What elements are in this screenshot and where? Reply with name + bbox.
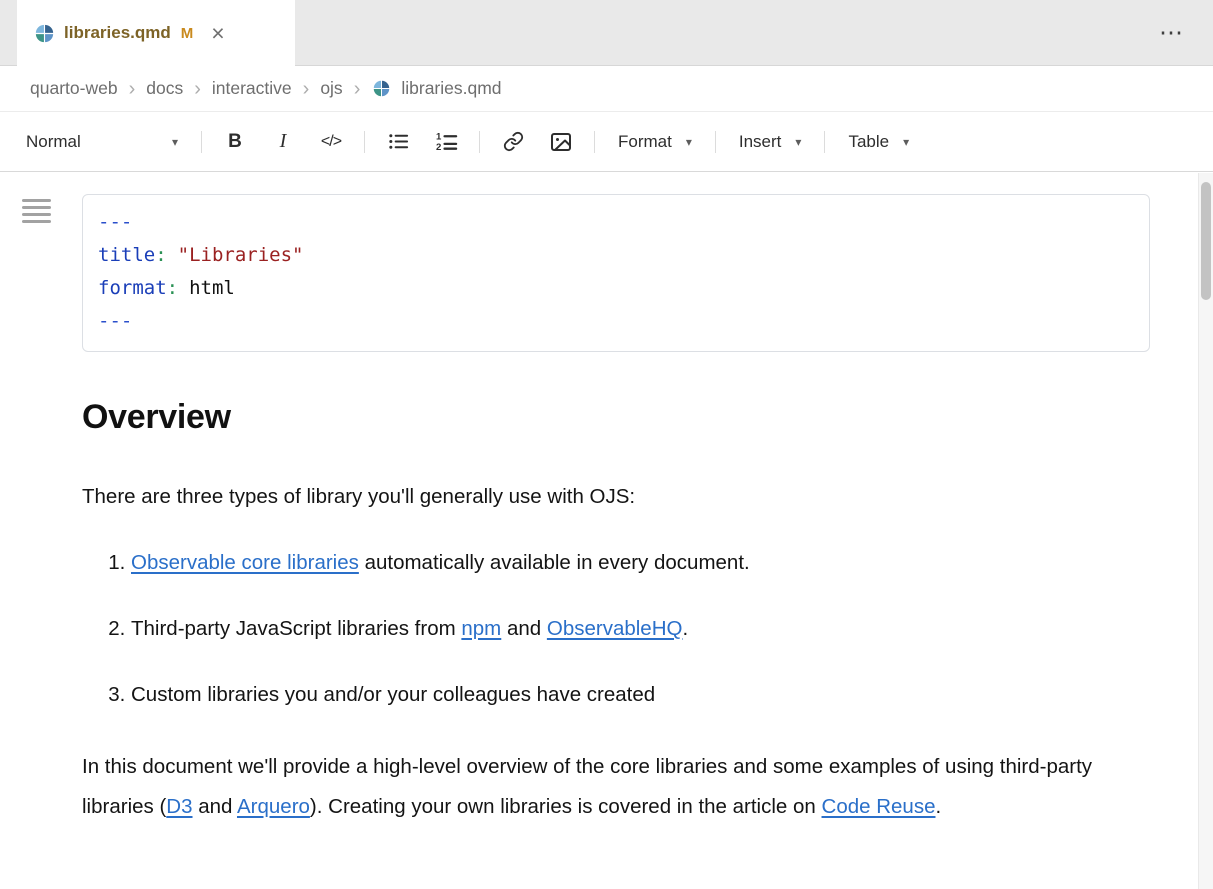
- yaml-delimiter: ---: [98, 211, 132, 233]
- list-item: Third-party JavaScript libraries from np…: [131, 609, 1143, 649]
- link-button[interactable]: [489, 122, 537, 162]
- yaml-value-format: html: [189, 277, 235, 299]
- toolbar-divider: [479, 131, 480, 153]
- chevron-down-icon: ▾: [686, 135, 692, 149]
- paragraph-text: .: [935, 795, 941, 818]
- yaml-key-format: format: [98, 277, 167, 299]
- yaml-value-title: "Libraries": [178, 244, 304, 266]
- intro-paragraph: There are three types of library you'll …: [82, 477, 1143, 517]
- list-item: Custom libraries you and/or your colleag…: [131, 675, 1143, 715]
- paragraph-text: ). Creating your own libraries is covere…: [310, 795, 822, 818]
- image-button[interactable]: [537, 122, 585, 162]
- svg-text:2: 2: [435, 142, 440, 153]
- numbered-list-icon: 1 2: [435, 130, 458, 153]
- link-icon: [503, 131, 524, 152]
- yaml-key-title: title: [98, 244, 155, 266]
- more-actions-icon[interactable]: ⋯: [1159, 19, 1185, 48]
- list-item-text: Third-party JavaScript libraries from: [131, 617, 461, 640]
- scrollbar-thumb[interactable]: [1201, 182, 1211, 300]
- bullet-list-icon: [387, 130, 410, 153]
- chevron-right-icon: ›: [194, 79, 201, 99]
- paragraph-text: and: [193, 795, 237, 818]
- scrollbar[interactable]: [1198, 173, 1213, 889]
- list-item-text: .: [682, 617, 688, 640]
- toolbar-divider: [715, 131, 716, 153]
- yaml-colon: :: [167, 277, 178, 299]
- breadcrumb-item-file[interactable]: libraries.qmd: [401, 78, 501, 99]
- paragraph-style-dropdown[interactable]: Normal ▾: [12, 122, 192, 162]
- yaml-delimiter: ---: [98, 310, 132, 332]
- tab-libraries[interactable]: libraries.qmd M ×: [17, 0, 295, 66]
- list-item-text: and: [501, 617, 547, 640]
- bold-button[interactable]: B: [211, 122, 259, 162]
- list-item-text: Custom libraries you and/or your colleag…: [131, 683, 655, 706]
- link-observablehq[interactable]: ObservableHQ: [547, 617, 683, 640]
- breadcrumb-item-interactive[interactable]: interactive: [212, 78, 292, 99]
- modified-badge: M: [181, 25, 194, 42]
- chevron-right-icon: ›: [303, 79, 310, 99]
- breadcrumb-item-quarto-web[interactable]: quarto-web: [30, 78, 118, 99]
- svg-text:1: 1: [435, 132, 441, 143]
- formatting-toolbar: Normal ▾ B I </> 1 2: [0, 112, 1213, 172]
- image-icon: [549, 130, 573, 154]
- yaml-front-matter-block[interactable]: --- title:"Libraries" format:html ---: [82, 194, 1150, 352]
- toolbar-divider: [201, 131, 202, 153]
- format-menu[interactable]: Format ▾: [604, 122, 706, 162]
- drag-handle-icon[interactable]: [22, 199, 51, 227]
- quarto-visual-editor: libraries.qmd M × ⋯ quarto-web › docs › …: [0, 0, 1213, 889]
- library-types-list: Observable core libraries automatically …: [82, 543, 1143, 715]
- link-arquero[interactable]: Arquero: [237, 795, 310, 818]
- link-npm[interactable]: npm: [461, 617, 501, 640]
- heading-overview: Overview: [82, 398, 1143, 437]
- chevron-down-icon: ▾: [795, 135, 801, 149]
- breadcrumb-item-ojs[interactable]: ojs: [320, 78, 342, 99]
- list-item: Observable core libraries automatically …: [131, 543, 1143, 583]
- editor-canvas[interactable]: --- title:"Libraries" format:html --- Ov…: [0, 172, 1213, 889]
- link-observable-core-libraries[interactable]: Observable core libraries: [131, 551, 359, 574]
- code-button[interactable]: </>: [307, 122, 355, 162]
- yaml-colon: :: [155, 244, 166, 266]
- toolbar-divider: [364, 131, 365, 153]
- format-menu-label: Format: [618, 132, 672, 152]
- quarto-icon: [373, 80, 390, 97]
- tab-bar: libraries.qmd M × ⋯: [0, 0, 1213, 66]
- paragraph-style-value: Normal: [26, 132, 81, 152]
- chevron-down-icon: ▾: [172, 135, 178, 149]
- link-d3[interactable]: D3: [166, 795, 192, 818]
- breadcrumb-item-docs[interactable]: docs: [146, 78, 183, 99]
- table-menu[interactable]: Table ▾: [834, 122, 923, 162]
- chevron-right-icon: ›: [354, 79, 361, 99]
- chevron-down-icon: ▾: [903, 135, 909, 149]
- close-icon[interactable]: ×: [211, 22, 224, 45]
- toolbar-divider: [824, 131, 825, 153]
- italic-button[interactable]: I: [259, 122, 307, 162]
- numbered-list-button[interactable]: 1 2: [422, 122, 470, 162]
- bullet-list-button[interactable]: [374, 122, 422, 162]
- link-code-reuse[interactable]: Code Reuse: [822, 795, 936, 818]
- toolbar-divider: [594, 131, 595, 153]
- closing-paragraph: In this document we'll provide a high-le…: [82, 747, 1094, 827]
- breadcrumb: quarto-web › docs › interactive › ojs › …: [0, 66, 1213, 112]
- table-menu-label: Table: [848, 132, 889, 152]
- chevron-right-icon: ›: [129, 79, 136, 99]
- tab-title: libraries.qmd: [64, 23, 171, 43]
- insert-menu[interactable]: Insert ▾: [725, 122, 816, 162]
- quarto-icon: [35, 24, 54, 43]
- insert-menu-label: Insert: [739, 132, 782, 152]
- list-item-text: automatically available in every documen…: [359, 551, 750, 574]
